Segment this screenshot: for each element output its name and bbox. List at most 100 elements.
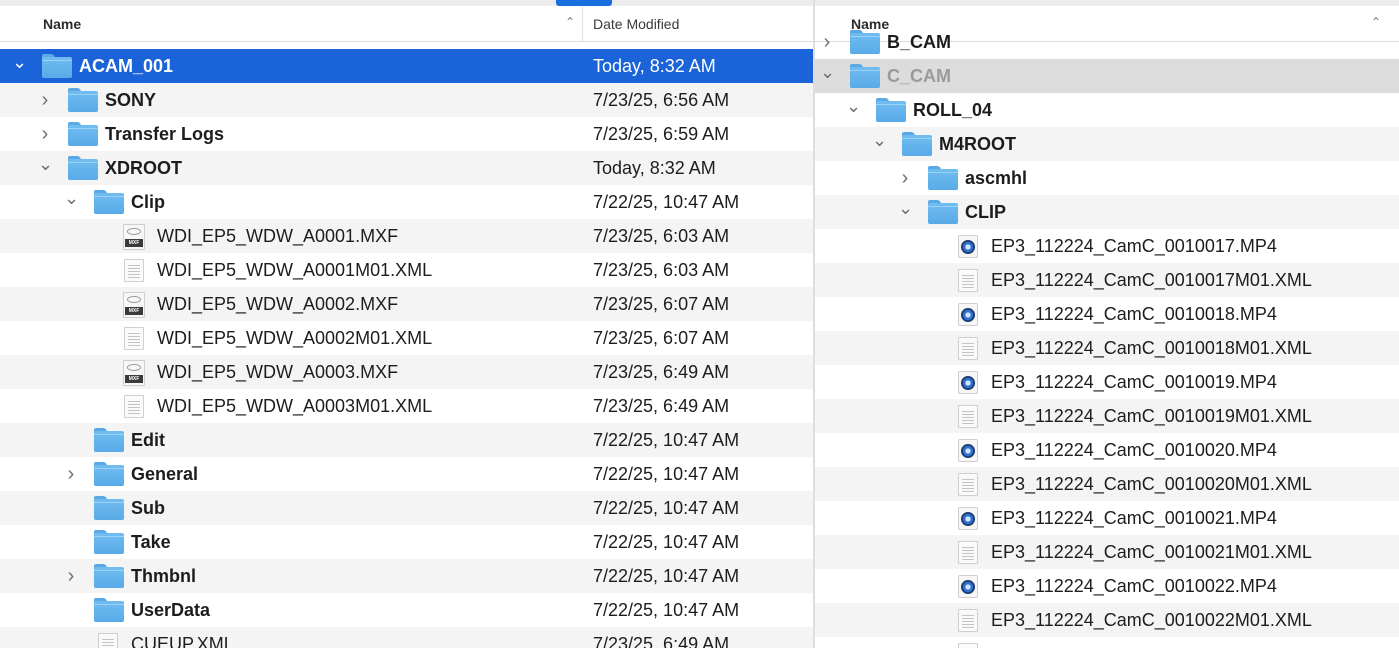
folder-row[interactable]: Take 7/22/25, 10:47 AM [0,525,813,559]
file-name: WDI_EP5_WDW_A0003M01.XML [157,396,433,416]
disclosure-collapsed-icon[interactable] [64,566,78,586]
folder-row[interactable]: ACAM_001 Today, 8:32 AM [0,49,813,83]
folder-name: ascmhl [965,168,1028,188]
date-modified: 7/22/25, 10:47 AM [593,464,740,484]
file-row[interactable]: EP3_112224_CamC_0010018.MP4 [815,297,1399,331]
folder-row[interactable]: C_CAM [815,59,1399,93]
folder-row[interactable]: Clip 7/22/25, 10:47 AM [0,185,813,219]
file-row[interactable]: EP3_112224_CamC_0010022.MP4 [815,569,1399,603]
list-header[interactable]: Name ⌃ Date Modified [0,6,813,42]
file-name: EP3_112224_CamC_0010019M01.XML [991,406,1312,426]
file-row[interactable]: EP3_112224_CamC_0010020M01.XML [815,467,1399,501]
disclosure-collapsed-icon[interactable] [38,124,52,144]
column-header-name[interactable]: Name [43,16,81,32]
folder-icon [850,64,880,88]
folder-row[interactable]: B_CAM [815,25,1399,59]
folder-name: Thmbnl [131,566,196,586]
quicktime-movie-icon [958,439,978,462]
file-row[interactable]: MXF WDI_EP5_WDW_A0001.MXF 7/23/25, 6:03 AM [0,219,813,253]
folder-name: Edit [131,430,165,450]
disclosure-expanded-icon[interactable] [898,202,912,222]
file-row[interactable]: EP3_112224_CamC_0010018M01.XML [815,331,1399,365]
folder-row[interactable]: ROLL_04 [815,93,1399,127]
date-modified: 7/23/25, 6:56 AM [593,90,730,110]
folder-icon [94,598,124,622]
file-row[interactable]: MXF WDI_EP5_WDW_A0002.MXF 7/23/25, 6:07 AM [0,287,813,321]
disclosure-collapsed-icon[interactable] [38,90,52,110]
file-row[interactable]: EP3_112224_CamC_0010021.MP4 [815,501,1399,535]
file-list-pane-left[interactable]: Name ⌃ Date Modified ACAM_001 Today, 8:32… [0,6,813,648]
folder-row[interactable]: Edit 7/22/25, 10:47 AM [0,423,813,457]
disclosure-collapsed-icon[interactable] [820,32,834,52]
quicktime-movie-icon [958,371,978,394]
file-row[interactable]: EP3_112224_CamC_0010022M01.XML [815,603,1399,637]
file-row[interactable] [815,637,1399,648]
file-row[interactable]: EP3_112224_CamC_0010017M01.XML [815,263,1399,297]
file-name: WDI_EP5_WDW_A0002M01.XML [157,328,433,348]
file-name: WDI_EP5_WDW_A0001.MXF [157,226,399,246]
file-name: EP3_112224_CamC_0010018M01.XML [991,338,1312,358]
column-divider[interactable] [582,6,583,42]
folder-name: SONY [105,90,157,110]
file-row[interactable]: EP3_112224_CamC_0010020.MP4 [815,433,1399,467]
disclosure-expanded-icon[interactable] [38,158,52,178]
file-row[interactable]: EP3_112224_CamC_0010021M01.XML [815,535,1399,569]
folder-name: Sub [131,498,165,518]
date-modified: 7/23/25, 6:07 AM [593,294,730,314]
folder-row[interactable]: M4ROOT [815,127,1399,161]
date-modified: 7/23/25, 6:03 AM [593,260,730,280]
date-modified: 7/23/25, 6:49 AM [593,396,730,416]
file-row[interactable]: WDI_EP5_WDW_A0002M01.XML 7/23/25, 6:07 AM [0,321,813,355]
sort-ascending-icon[interactable]: ⌃ [565,15,575,29]
folder-icon [42,54,72,78]
date-modified: 7/22/25, 10:47 AM [593,192,740,212]
file-name: EP3_112224_CamC_0010021M01.XML [991,542,1312,562]
disclosure-expanded-icon[interactable] [846,100,860,120]
folder-row[interactable]: Transfer Logs 7/23/25, 6:59 AM [0,117,813,151]
disclosure-expanded-icon[interactable] [820,66,834,86]
file-row[interactable]: WDI_EP5_WDW_A0001M01.XML 7/23/25, 6:03 AM [0,253,813,287]
folder-row[interactable]: ascmhl [815,161,1399,195]
disclosure-expanded-icon[interactable] [872,134,886,154]
folder-name: CLIP [965,202,1007,222]
date-modified: 7/23/25, 6:49 AM [593,634,730,648]
document-icon [124,327,144,350]
file-row[interactable]: EP3_112224_CamC_0010019.MP4 [815,365,1399,399]
folder-row[interactable]: SONY 7/23/25, 6:56 AM [0,83,813,117]
folder-icon [68,88,98,112]
disclosure-expanded-icon[interactable] [64,192,78,212]
file-row[interactable]: MXF WDI_EP5_WDW_A0003.MXF 7/23/25, 6:49 AM [0,355,813,389]
file-row[interactable]: CUEUP.XML 7/23/25, 6:49 AM [0,627,813,648]
mxf-file-icon: MXF [123,292,145,318]
folder-name: M4ROOT [939,134,1017,154]
disclosure-collapsed-icon[interactable] [898,168,912,188]
folder-row[interactable]: Sub 7/22/25, 10:47 AM [0,491,813,525]
file-name: EP3_112224_CamC_0010018.MP4 [991,304,1277,324]
folder-row[interactable]: Thmbnl 7/22/25, 10:47 AM [0,559,813,593]
disclosure-collapsed-icon[interactable] [64,464,78,484]
folder-icon [94,462,124,486]
file-list-pane-right[interactable]: Name ⌃ B_CAMC_CAMROLL_04M4ROOTascmhlCLIP… [815,6,1399,648]
date-modified: 7/23/25, 6:07 AM [593,328,730,348]
file-row[interactable]: EP3_112224_CamC_0010017.MP4 [815,229,1399,263]
column-header-date-modified[interactable]: Date Modified [593,16,679,32]
folder-row[interactable]: UserData 7/22/25, 10:47 AM [0,593,813,627]
date-modified: 7/22/25, 10:47 AM [593,498,740,518]
document-icon [98,633,118,648]
file-name: EP3_112224_CamC_0010022M01.XML [991,610,1312,630]
file-name: WDI_EP5_WDW_A0002.MXF [157,294,399,314]
folder-icon [94,428,124,452]
document-icon [958,609,978,632]
file-row[interactable]: EP3_112224_CamC_0010019M01.XML [815,399,1399,433]
quicktime-movie-icon [958,507,978,530]
file-name: WDI_EP5_WDW_A0003.MXF [157,362,399,382]
folder-icon [902,132,932,156]
folder-name: ACAM_001 [79,56,174,76]
folder-row[interactable]: General 7/22/25, 10:47 AM [0,457,813,491]
file-row[interactable]: WDI_EP5_WDW_A0003M01.XML 7/23/25, 6:49 AM [0,389,813,423]
folder-row[interactable]: CLIP [815,195,1399,229]
folder-row[interactable]: XDROOT Today, 8:32 AM [0,151,813,185]
folder-name: General [131,464,199,484]
document-icon [958,541,978,564]
disclosure-expanded-icon[interactable] [12,56,26,76]
